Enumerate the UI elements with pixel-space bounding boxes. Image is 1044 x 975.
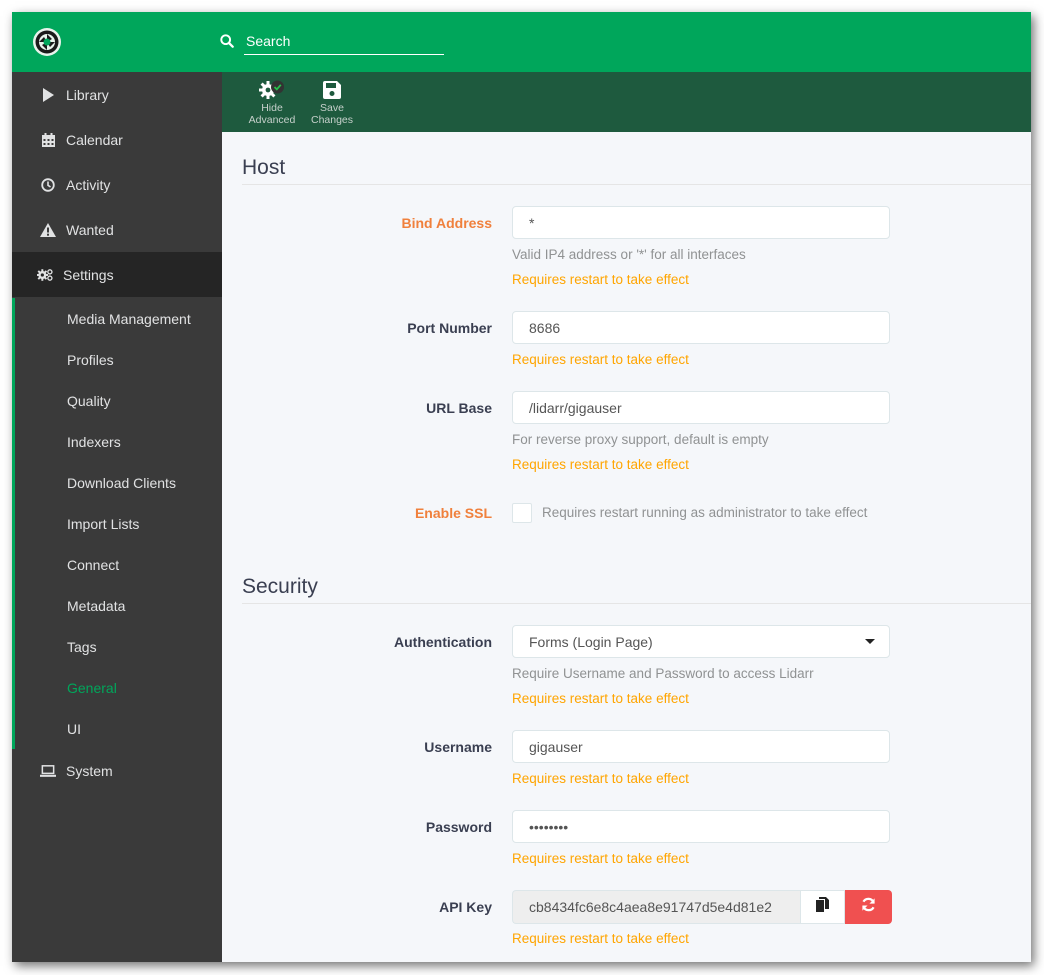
authentication-select[interactable]: Forms (Login Page): [512, 625, 890, 658]
save-changes-label-1: Save: [320, 102, 344, 114]
cogs-icon: [37, 267, 53, 283]
sidebar-item-settings[interactable]: Settings: [12, 252, 222, 297]
search-box: [220, 30, 444, 55]
settings-item-media-management[interactable]: Media Management: [67, 298, 217, 339]
settings-item-tags[interactable]: Tags: [67, 626, 217, 667]
advanced-settings-icon: [242, 78, 302, 102]
sidebar-item-label: Wanted: [66, 221, 114, 238]
bind-address-label: Bind Address: [401, 215, 493, 231]
copy-icon: [816, 897, 829, 917]
settings-group: Settings Media Management Profiles Quali…: [12, 252, 222, 749]
search-input[interactable]: [244, 30, 444, 55]
refresh-icon: [861, 897, 876, 917]
port-number-label: Port Number: [407, 320, 492, 336]
password-input[interactable]: [512, 810, 890, 843]
sidebar-item-activity[interactable]: Activity: [12, 162, 222, 207]
settings-item-profiles[interactable]: Profiles: [67, 339, 217, 380]
app-window: Library Calendar Activity Wanted Setting…: [12, 12, 1031, 962]
password-restart-note: Requires restart to take effect: [512, 851, 689, 866]
settings-item-quality[interactable]: Quality: [67, 380, 217, 421]
settings-item-general[interactable]: General: [67, 667, 217, 708]
save-changes-button[interactable]: Save Changes: [302, 78, 362, 128]
clock-icon: [40, 177, 56, 193]
laptop-icon: [40, 763, 56, 779]
lidarr-logo[interactable]: [32, 27, 62, 57]
username-input[interactable]: [512, 730, 890, 763]
save-changes-label-2: Changes: [310, 114, 354, 126]
url-base-help: For reverse proxy support, default is em…: [512, 432, 769, 447]
sidebar-item-wanted[interactable]: Wanted: [12, 207, 222, 252]
settings-item-indexers[interactable]: Indexers: [67, 421, 217, 462]
authentication-selected-value: Forms (Login Page): [529, 633, 653, 650]
save-icon: [302, 78, 362, 102]
bind-address-input[interactable]: [512, 206, 890, 239]
settings-item-metadata[interactable]: Metadata: [67, 585, 217, 626]
sidebar-item-label: Library: [66, 86, 109, 103]
settings-content: Host Bind Address Valid IP4 address or '…: [222, 132, 1031, 962]
password-label: Password: [425, 819, 492, 835]
api-key-restart-note: Requires restart to take effect: [512, 931, 689, 946]
sidebar-item-label: System: [66, 762, 113, 779]
calendar-icon: [40, 132, 56, 148]
section-divider: [242, 603, 1031, 604]
settings-item-connect[interactable]: Connect: [67, 544, 217, 585]
enable-ssl-label: Enable SSL: [414, 505, 492, 521]
authentication-label: Authentication: [394, 634, 492, 650]
sidebar-item-label: Settings: [63, 266, 114, 283]
url-base-label: URL Base: [426, 400, 492, 416]
play-icon: [40, 87, 56, 103]
settings-item-download-clients[interactable]: Download Clients: [67, 462, 217, 503]
section-title-host: Host: [242, 156, 286, 179]
authentication-restart-note: Requires restart to take effect: [512, 691, 689, 706]
page-toolbar: Hide Advanced Save Changes: [222, 72, 1031, 132]
enable-ssl-help: Requires restart running as administrato…: [542, 505, 868, 520]
api-key-input[interactable]: cb8434fc6e8c4aea8e91747d5e4d81e2: [512, 890, 800, 924]
copy-api-key-button[interactable]: [800, 890, 845, 924]
username-label: Username: [424, 739, 492, 755]
top-header: [12, 12, 1031, 72]
url-base-input[interactable]: [512, 391, 890, 424]
hide-advanced-label-1: Hide: [261, 102, 283, 114]
search-icon: [220, 34, 236, 50]
settings-item-ui[interactable]: UI: [67, 708, 217, 749]
settings-item-import-lists[interactable]: Import Lists: [67, 503, 217, 544]
enable-ssl-checkbox[interactable]: [512, 503, 532, 523]
url-base-restart-note: Requires restart to take effect: [512, 457, 689, 472]
sidebar-item-calendar[interactable]: Calendar: [12, 117, 222, 162]
sidebar-item-system[interactable]: System: [12, 748, 222, 793]
port-number-restart-note: Requires restart to take effect: [512, 352, 689, 367]
sidebar-item-label: Calendar: [66, 131, 123, 148]
sidebar: Library Calendar Activity Wanted Setting…: [12, 72, 222, 962]
section-divider: [242, 184, 1031, 185]
api-key-label: API Key: [439, 899, 492, 915]
hide-advanced-button[interactable]: Hide Advanced: [242, 78, 302, 128]
sidebar-item-library[interactable]: Library: [12, 72, 222, 117]
authentication-help: Require Username and Password to access …: [512, 666, 814, 681]
bind-address-help: Valid IP4 address or '*' for all interfa…: [512, 247, 746, 262]
section-title-security: Security: [242, 575, 318, 598]
hide-advanced-label-2: Advanced: [248, 114, 296, 126]
regenerate-api-key-button[interactable]: [845, 890, 892, 924]
username-restart-note: Requires restart to take effect: [512, 771, 689, 786]
caret-down-icon: [865, 639, 875, 644]
sidebar-item-label: Activity: [66, 176, 111, 193]
port-number-input[interactable]: [512, 311, 890, 344]
bind-address-restart-note: Requires restart to take effect: [512, 272, 689, 287]
warning-icon: [40, 222, 56, 238]
